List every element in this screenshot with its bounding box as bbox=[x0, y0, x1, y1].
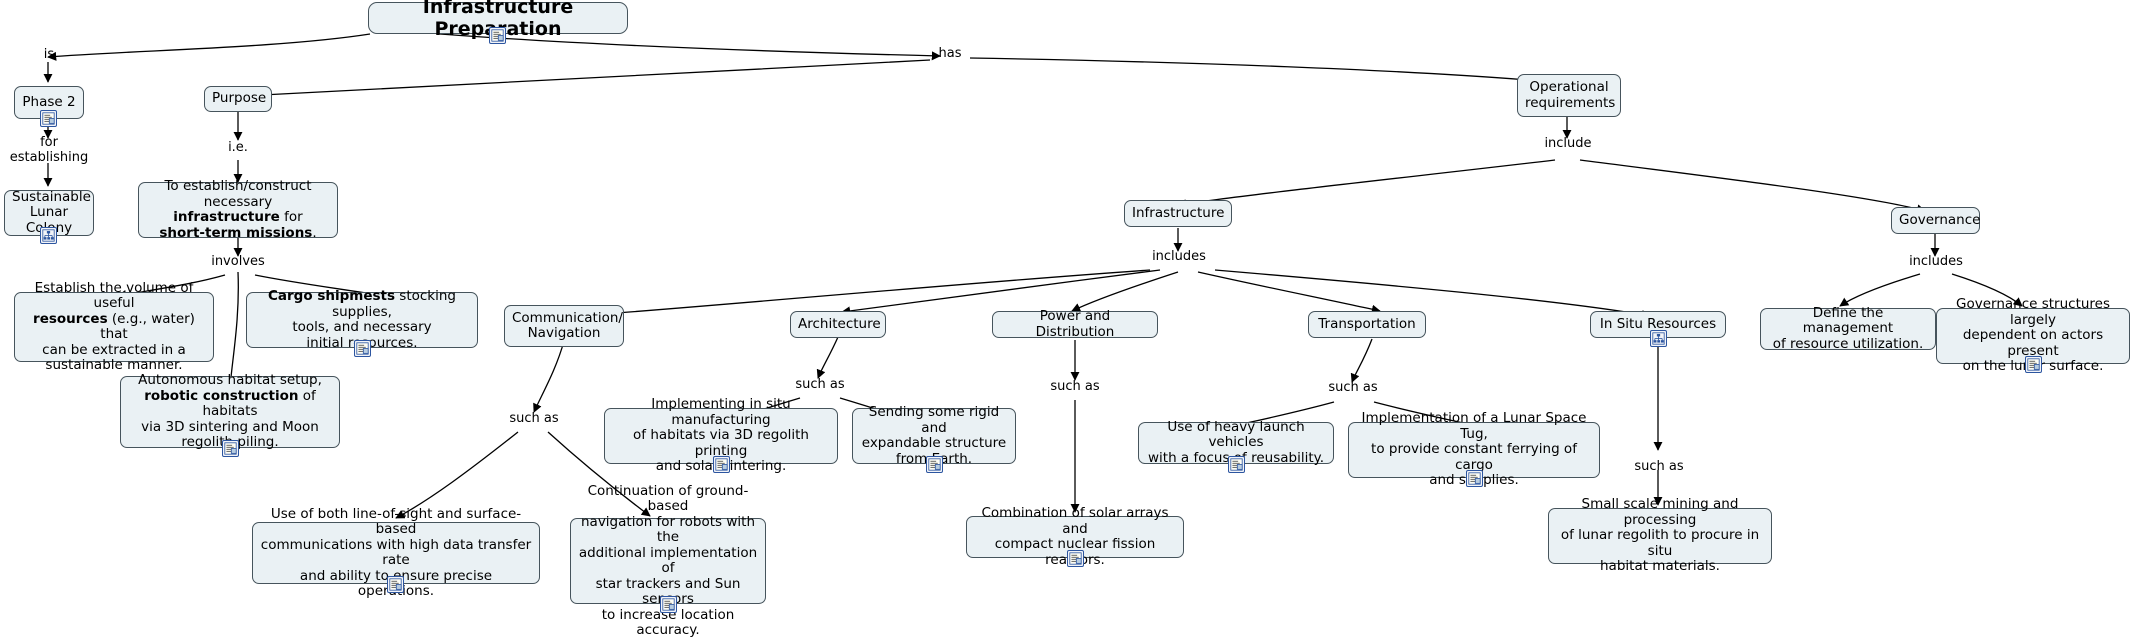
edge-involves-habitat bbox=[226, 271, 239, 389]
node-phase-2-label: Phase 2 bbox=[22, 93, 76, 110]
node-establish-resource-volume-text: Establish the volume of useful resources… bbox=[33, 279, 195, 373]
concept-map-resource-icon[interactable] bbox=[40, 227, 57, 244]
note-resource-icon[interactable] bbox=[926, 456, 943, 473]
edge-includes-isru bbox=[1214, 269, 1651, 320]
node-communication-navigation-label: Communication/ Navigation bbox=[512, 309, 623, 341]
link-label-involves: involves bbox=[211, 254, 265, 269]
node-purpose[interactable]: Purpose bbox=[204, 86, 272, 112]
edge-has-operational bbox=[969, 57, 1529, 84]
note-resource-icon[interactable] bbox=[354, 340, 371, 357]
node-architecture-label: Architecture bbox=[798, 315, 881, 332]
link-label-includes-infrastructure: includes bbox=[1152, 249, 1206, 264]
edge-include-infrastructure bbox=[1177, 159, 1556, 209]
link-label-includes-governance: includes bbox=[1909, 254, 1963, 269]
link-label-such-as-transportation: such as bbox=[1328, 380, 1378, 395]
concept-map-resource-icon[interactable] bbox=[1650, 330, 1667, 347]
link-label-for-establishing: for establishing bbox=[9, 135, 89, 165]
note-resource-icon[interactable] bbox=[1067, 550, 1084, 567]
node-operational-requirements[interactable]: Operational requirements bbox=[1517, 74, 1621, 117]
edge-transportation-suchas bbox=[1350, 338, 1373, 383]
node-transportation[interactable]: Transportation bbox=[1308, 311, 1426, 338]
node-purpose-label: Purpose bbox=[212, 90, 267, 107]
connector-group bbox=[43, 33, 2023, 519]
edge-root-is bbox=[47, 33, 371, 61]
node-power-and-distribution[interactable]: Power and Distribution bbox=[992, 308, 1158, 340]
note-resource-icon[interactable] bbox=[40, 110, 57, 127]
node-architecture[interactable]: Architecture bbox=[790, 311, 886, 338]
link-label-such-as-power: such as bbox=[1050, 379, 1100, 394]
node-establish-resource-volume[interactable]: Establish the volume of useful resources… bbox=[14, 280, 214, 373]
link-label-such-as-isru: such as bbox=[1634, 459, 1684, 474]
note-resource-icon[interactable] bbox=[1228, 456, 1245, 473]
link-label-such-as-communication: such as bbox=[509, 411, 559, 426]
link-label-include: include bbox=[1544, 136, 1592, 151]
link-label-is: is bbox=[43, 47, 55, 62]
node-purpose-detail-text: To establish/construct necessary infrast… bbox=[159, 178, 317, 241]
node-infrastructure[interactable]: Infrastructure bbox=[1124, 200, 1232, 227]
edge-architecture-suchas bbox=[816, 336, 839, 379]
node-purpose-detail[interactable]: To establish/construct necessary infrast… bbox=[138, 178, 338, 241]
note-resource-icon[interactable] bbox=[713, 456, 730, 473]
edge-has-purpose bbox=[261, 59, 931, 100]
edge-comm-suchas bbox=[533, 340, 565, 413]
edge-govincludes-define bbox=[1839, 273, 1921, 307]
node-define-resource-management[interactable]: Define the management of resource utiliz… bbox=[1760, 304, 1936, 352]
node-power-and-distribution-label: Power and Distribution bbox=[1035, 308, 1115, 340]
node-communication-navigation[interactable]: Communication/ Navigation bbox=[504, 305, 624, 347]
node-line-of-sight-communications[interactable]: Use of both line-of-sight and surface-ba… bbox=[252, 506, 540, 599]
node-autonomous-habitat-setup[interactable]: Autonomous habitat setup, robotic constr… bbox=[120, 373, 340, 450]
node-ground-based-navigation[interactable]: Continuation of ground-based navigation … bbox=[570, 483, 766, 638]
node-small-scale-mining-text: Small scale mining and processing of lun… bbox=[1560, 496, 1760, 575]
node-ground-based-navigation-text: Continuation of ground-based navigation … bbox=[578, 482, 758, 638]
note-resource-icon[interactable] bbox=[2025, 356, 2042, 373]
node-transportation-label: Transportation bbox=[1318, 315, 1416, 332]
note-resource-icon[interactable] bbox=[387, 576, 404, 593]
edge-includes-transportation bbox=[1197, 271, 1381, 314]
edge-include-governance bbox=[1579, 159, 1926, 214]
link-label-ie: i.e. bbox=[228, 140, 248, 155]
link-label-has: has bbox=[938, 46, 962, 61]
note-resource-icon[interactable] bbox=[660, 596, 677, 613]
note-resource-icon[interactable] bbox=[489, 27, 506, 44]
note-resource-icon[interactable] bbox=[1466, 470, 1483, 487]
node-infrastructure-label: Infrastructure bbox=[1132, 204, 1225, 221]
node-operational-requirements-label: Operational requirements bbox=[1525, 79, 1616, 111]
node-governance-label: Governance bbox=[1899, 211, 1981, 228]
node-small-scale-mining[interactable]: Small scale mining and processing of lun… bbox=[1548, 497, 1772, 574]
edge-includes-power bbox=[1071, 271, 1179, 312]
note-resource-icon[interactable] bbox=[222, 440, 239, 457]
node-define-resource-management-text: Define the management of resource utiliz… bbox=[1772, 304, 1924, 352]
node-governance[interactable]: Governance bbox=[1891, 207, 1980, 234]
link-label-such-as-architecture: such as bbox=[795, 377, 845, 392]
